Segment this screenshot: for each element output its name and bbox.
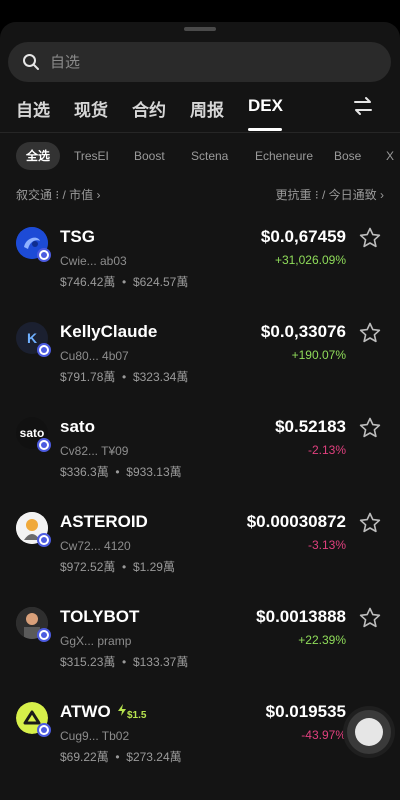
chain-badge-icon	[37, 343, 51, 357]
token-change: +22.39%	[298, 633, 346, 647]
token-change: -2.13%	[307, 443, 346, 457]
token-name: TOLYBOT	[60, 607, 140, 626]
chain-badge-icon	[37, 438, 51, 452]
token-row[interactable]: ASTEROID Cw72... 4120 $972.52萬 • $1.29萬 …	[0, 507, 400, 602]
token-address: Cwie... ab03	[60, 254, 127, 268]
token-stats: $336.3萬 • $933.13萬	[60, 465, 182, 479]
sort-by-volume-marketcap[interactable]: 叙交通 ⁝ / 市值 ›	[16, 186, 100, 203]
token-stats: $315.23萬 • $133.37萬	[60, 655, 189, 669]
star-icon[interactable]	[358, 606, 382, 630]
token-row[interactable]: K KellyClaude Cu80... 4b07 $791.78萬 • $3…	[0, 317, 400, 412]
chip-bose[interactable]: Bose	[334, 142, 361, 170]
boost-tag: $1.5	[127, 710, 147, 721]
chain-badge-icon	[37, 723, 51, 737]
token-price: $0.0,33076	[260, 322, 346, 341]
chain-badge-icon	[37, 628, 51, 642]
token-row[interactable]: sato sato Cv82... T¥09 $336.3萬 • $933.13…	[0, 412, 400, 507]
tab-favorites[interactable]: 自选	[16, 96, 50, 121]
token-price: $0.52183	[275, 417, 346, 436]
token-stats: $791.78萬 • $323.34萬	[60, 370, 189, 384]
token-stats: $746.42萬 • $624.57萬	[60, 275, 189, 289]
token-address: Cw72... 4120	[60, 539, 131, 553]
token-name: sato	[60, 417, 95, 436]
tab-futures[interactable]: 合约	[132, 96, 166, 121]
tabs-divider	[0, 132, 400, 133]
active-tab-indicator	[248, 128, 282, 131]
token-change: +31,026.09%	[274, 253, 346, 267]
chip-sctena[interactable]: Sctena	[191, 142, 228, 170]
tab-dex[interactable]: DEX	[248, 96, 283, 116]
chip-x[interactable]: X	[386, 142, 394, 170]
sort-by-price-change[interactable]: 更抗重 ⁝ / 今日通致 ›	[276, 186, 384, 203]
chip-echeneure[interactable]: Echeneure	[255, 142, 313, 170]
swap-arrows-icon[interactable]	[352, 96, 374, 116]
token-row[interactable]: TOLYBOT GgX... pramp $315.23萬 • $133.37萬…	[0, 602, 400, 697]
token-address: Cv82... T¥09	[60, 444, 129, 458]
star-icon[interactable]	[358, 511, 382, 535]
token-address: GgX... pramp	[60, 634, 132, 648]
token-address: Cug9... Tb02	[60, 729, 130, 743]
assistant-orb-icon	[355, 718, 383, 746]
token-stats: $972.52萬 • $1.29萬	[60, 560, 175, 574]
list-fade	[0, 792, 400, 800]
chip-boost[interactable]: Boost	[134, 142, 165, 170]
token-name: KellyClaude	[60, 322, 158, 341]
token-change: -43.97%	[301, 728, 346, 742]
sort-header: 叙交通 ⁝ / 市值 › 更抗重 ⁝ / 今日通致 ›	[0, 186, 400, 204]
token-name: ATWO	[60, 702, 111, 721]
floating-assistant-button[interactable]	[347, 710, 391, 754]
token-price: $0.00030872	[246, 512, 346, 531]
star-icon[interactable]	[358, 226, 382, 250]
token-change: -3.13%	[307, 538, 346, 552]
token-change: +190.07%	[291, 348, 346, 362]
token-price: $0.0013888	[256, 607, 346, 626]
tab-weekly[interactable]: 周报	[190, 96, 224, 121]
search-icon	[23, 54, 39, 70]
tab-spot[interactable]: 现货	[74, 96, 108, 121]
chain-badge-icon	[37, 533, 51, 547]
star-icon[interactable]	[358, 321, 382, 345]
token-address: Cu80... 4b07	[60, 349, 129, 363]
search-input[interactable]	[50, 53, 350, 71]
filter-chips: 全选 TresEI Boost Sctena Echeneure Bose X	[16, 142, 400, 170]
sheet-grabber[interactable]	[184, 27, 216, 31]
chip-all[interactable]: 全选	[16, 142, 61, 170]
token-name: ASTEROID	[60, 512, 148, 531]
token-row[interactable]: ATWO $1.5 Cug9... Tb02 $69.22萬 • $273.24…	[0, 697, 400, 792]
token-row[interactable]: TSG Cwie... ab03 $746.42萬 • $624.57萬 $0.…	[0, 222, 400, 317]
market-tabs: 自选 现货 合约 周报 DEX	[0, 96, 400, 132]
chain-badge-icon	[37, 248, 51, 262]
token-price: $0.0,67459	[260, 227, 346, 246]
token-name: TSG	[60, 227, 95, 246]
token-stats: $69.22萬 • $273.24萬	[60, 750, 182, 764]
search-bar[interactable]	[8, 42, 391, 82]
star-icon[interactable]	[358, 416, 382, 440]
chip-trending[interactable]: TresEI	[74, 142, 109, 170]
token-price: $0.019535	[265, 702, 346, 721]
bottom-sheet: 自选 现货 合约 周报 DEX 全选 TresEI Boost Sctena E…	[0, 22, 400, 800]
